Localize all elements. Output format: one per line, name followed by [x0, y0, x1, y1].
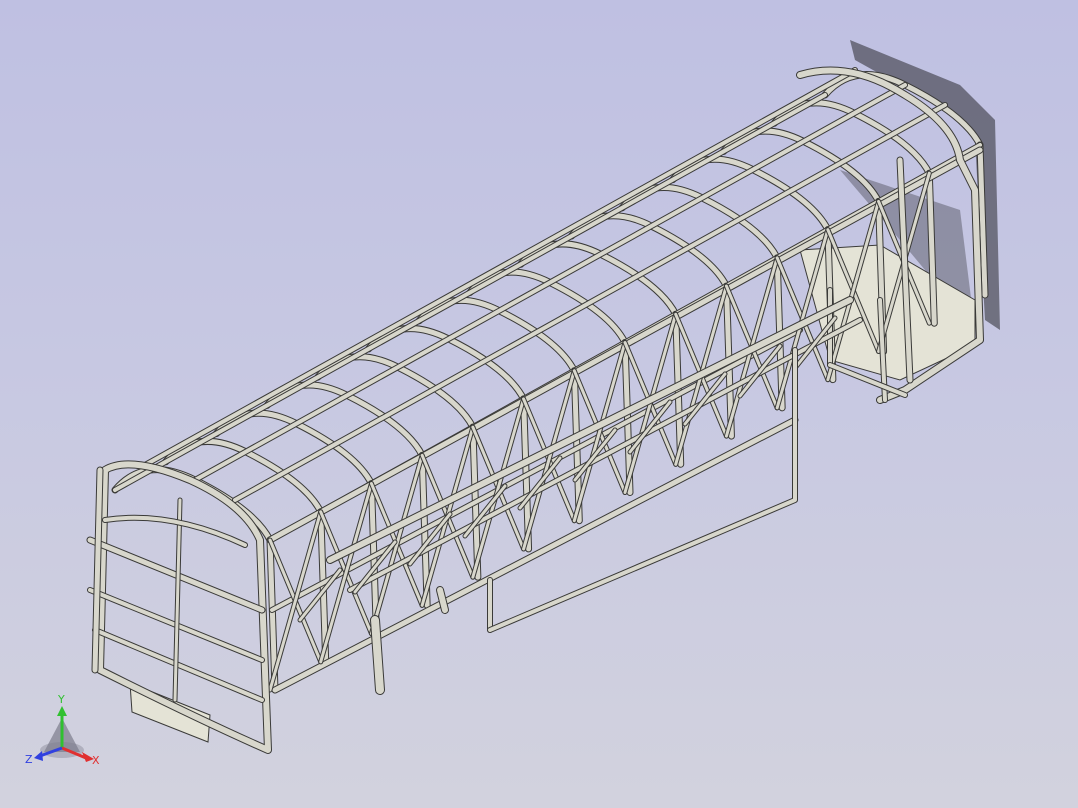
z-axis-arrow [34, 751, 43, 761]
bus-frame-model[interactable] [0, 0, 1078, 808]
y-axis-label: Y [57, 693, 65, 706]
z-axis-label: Z [25, 753, 33, 766]
graphics-viewport[interactable]: Y X Z [0, 0, 1078, 808]
y-axis-arrow [57, 706, 67, 716]
frame-tubes [86, 66, 989, 754]
axis-triad: Y X Z [22, 690, 112, 780]
x-axis-label: X [92, 754, 100, 767]
